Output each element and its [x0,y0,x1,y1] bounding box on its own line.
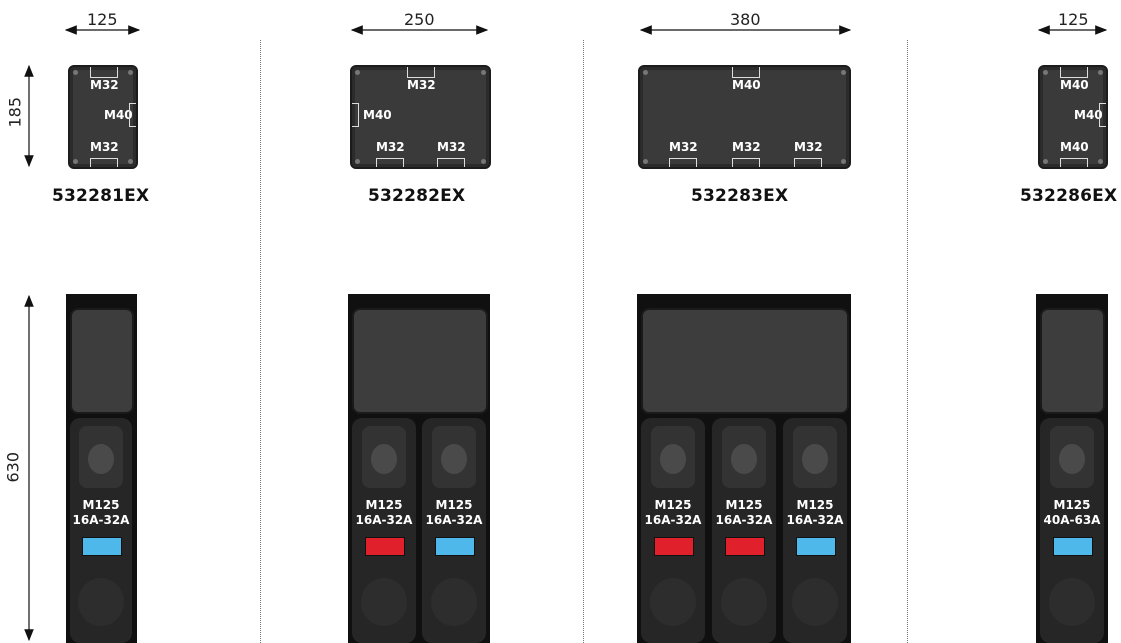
height-label-large: 630 [3,451,23,483]
enclosure-532281EX: M32 M40 M32 [68,65,138,169]
panel-lid [352,308,488,414]
product-code: 532286EX [1020,186,1118,206]
socket-rating: 16A-32A [715,513,773,527]
gland-label: M32 [90,78,119,92]
enclosure-532286EX: M40 M40 M40 [1038,65,1108,169]
width-label-2: 250 [404,10,435,29]
gland-label: M32 [407,78,436,92]
gland-label: M32 [437,140,466,154]
socket-model: M125 [725,498,763,512]
indicator-light [365,537,405,556]
socket-rating: 16A-32A [786,513,844,527]
indicator-light [796,537,836,556]
socket-rating: 16A-32A [644,513,702,527]
gland-label: M40 [363,108,392,122]
separator-1 [260,40,261,643]
enclosure-532283EX: M40 M32 M32 M32 [638,65,851,169]
gland-label: M32 [90,140,119,154]
product-code: 532281EX [52,186,150,206]
panel-lid [70,308,134,414]
separator-3 [907,40,908,643]
socket-unit: M125 16A-32A [352,418,416,643]
dimension-lines [24,25,1108,642]
enclosure-532282EX: M32 M40 M32 M32 [350,65,491,169]
indicator-light [725,537,765,556]
socket-model: M125 [82,498,120,512]
socket-model: M125 [796,498,834,512]
width-label-3: 380 [730,10,761,29]
gland-label: M40 [1060,140,1089,154]
socket-rating: 16A-32A [425,513,483,527]
height-label-small: 185 [5,96,25,128]
panel-532282EX: M125 16A-32A M125 16A-32A [348,294,490,643]
gland-label: M40 [1060,78,1089,92]
width-label-1: 125 [87,10,118,29]
socket-unit: M125 16A-32A [712,418,776,643]
gland-label: M32 [376,140,405,154]
socket-unit: M125 16A-32A [70,418,132,643]
gland-label: M32 [732,140,761,154]
indicator-light [1053,537,1093,556]
socket-rating: 16A-32A [355,513,413,527]
panel-lid [1040,308,1105,414]
product-code: 532282EX [368,186,466,206]
socket-unit: M125 16A-32A [422,418,486,643]
indicator-light [654,537,694,556]
indicator-light [435,537,475,556]
gland-label: M32 [669,140,698,154]
socket-unit: M125 16A-32A [783,418,847,643]
socket-model: M125 [1053,498,1091,512]
width-label-4: 125 [1058,10,1089,29]
socket-model: M125 [365,498,403,512]
panel-532283EX: M125 16A-32A M125 16A-32A M125 16A-32A [637,294,851,643]
socket-model: M125 [435,498,473,512]
socket-rating: 40A-63A [1043,513,1101,527]
gland-label: M32 [794,140,823,154]
indicator-light [82,537,122,556]
product-code: 532283EX [691,186,789,206]
gland-label: M40 [732,78,761,92]
panel-532286EX: M125 40A-63A [1036,294,1108,643]
socket-unit: M125 16A-32A [641,418,705,643]
separator-2 [583,40,584,643]
socket-rating: 16A-32A [72,513,130,527]
socket-model: M125 [654,498,692,512]
panel-532281EX: M125 16A-32A [66,294,137,643]
panel-lid [641,308,849,414]
socket-unit: M125 40A-63A [1040,418,1104,643]
